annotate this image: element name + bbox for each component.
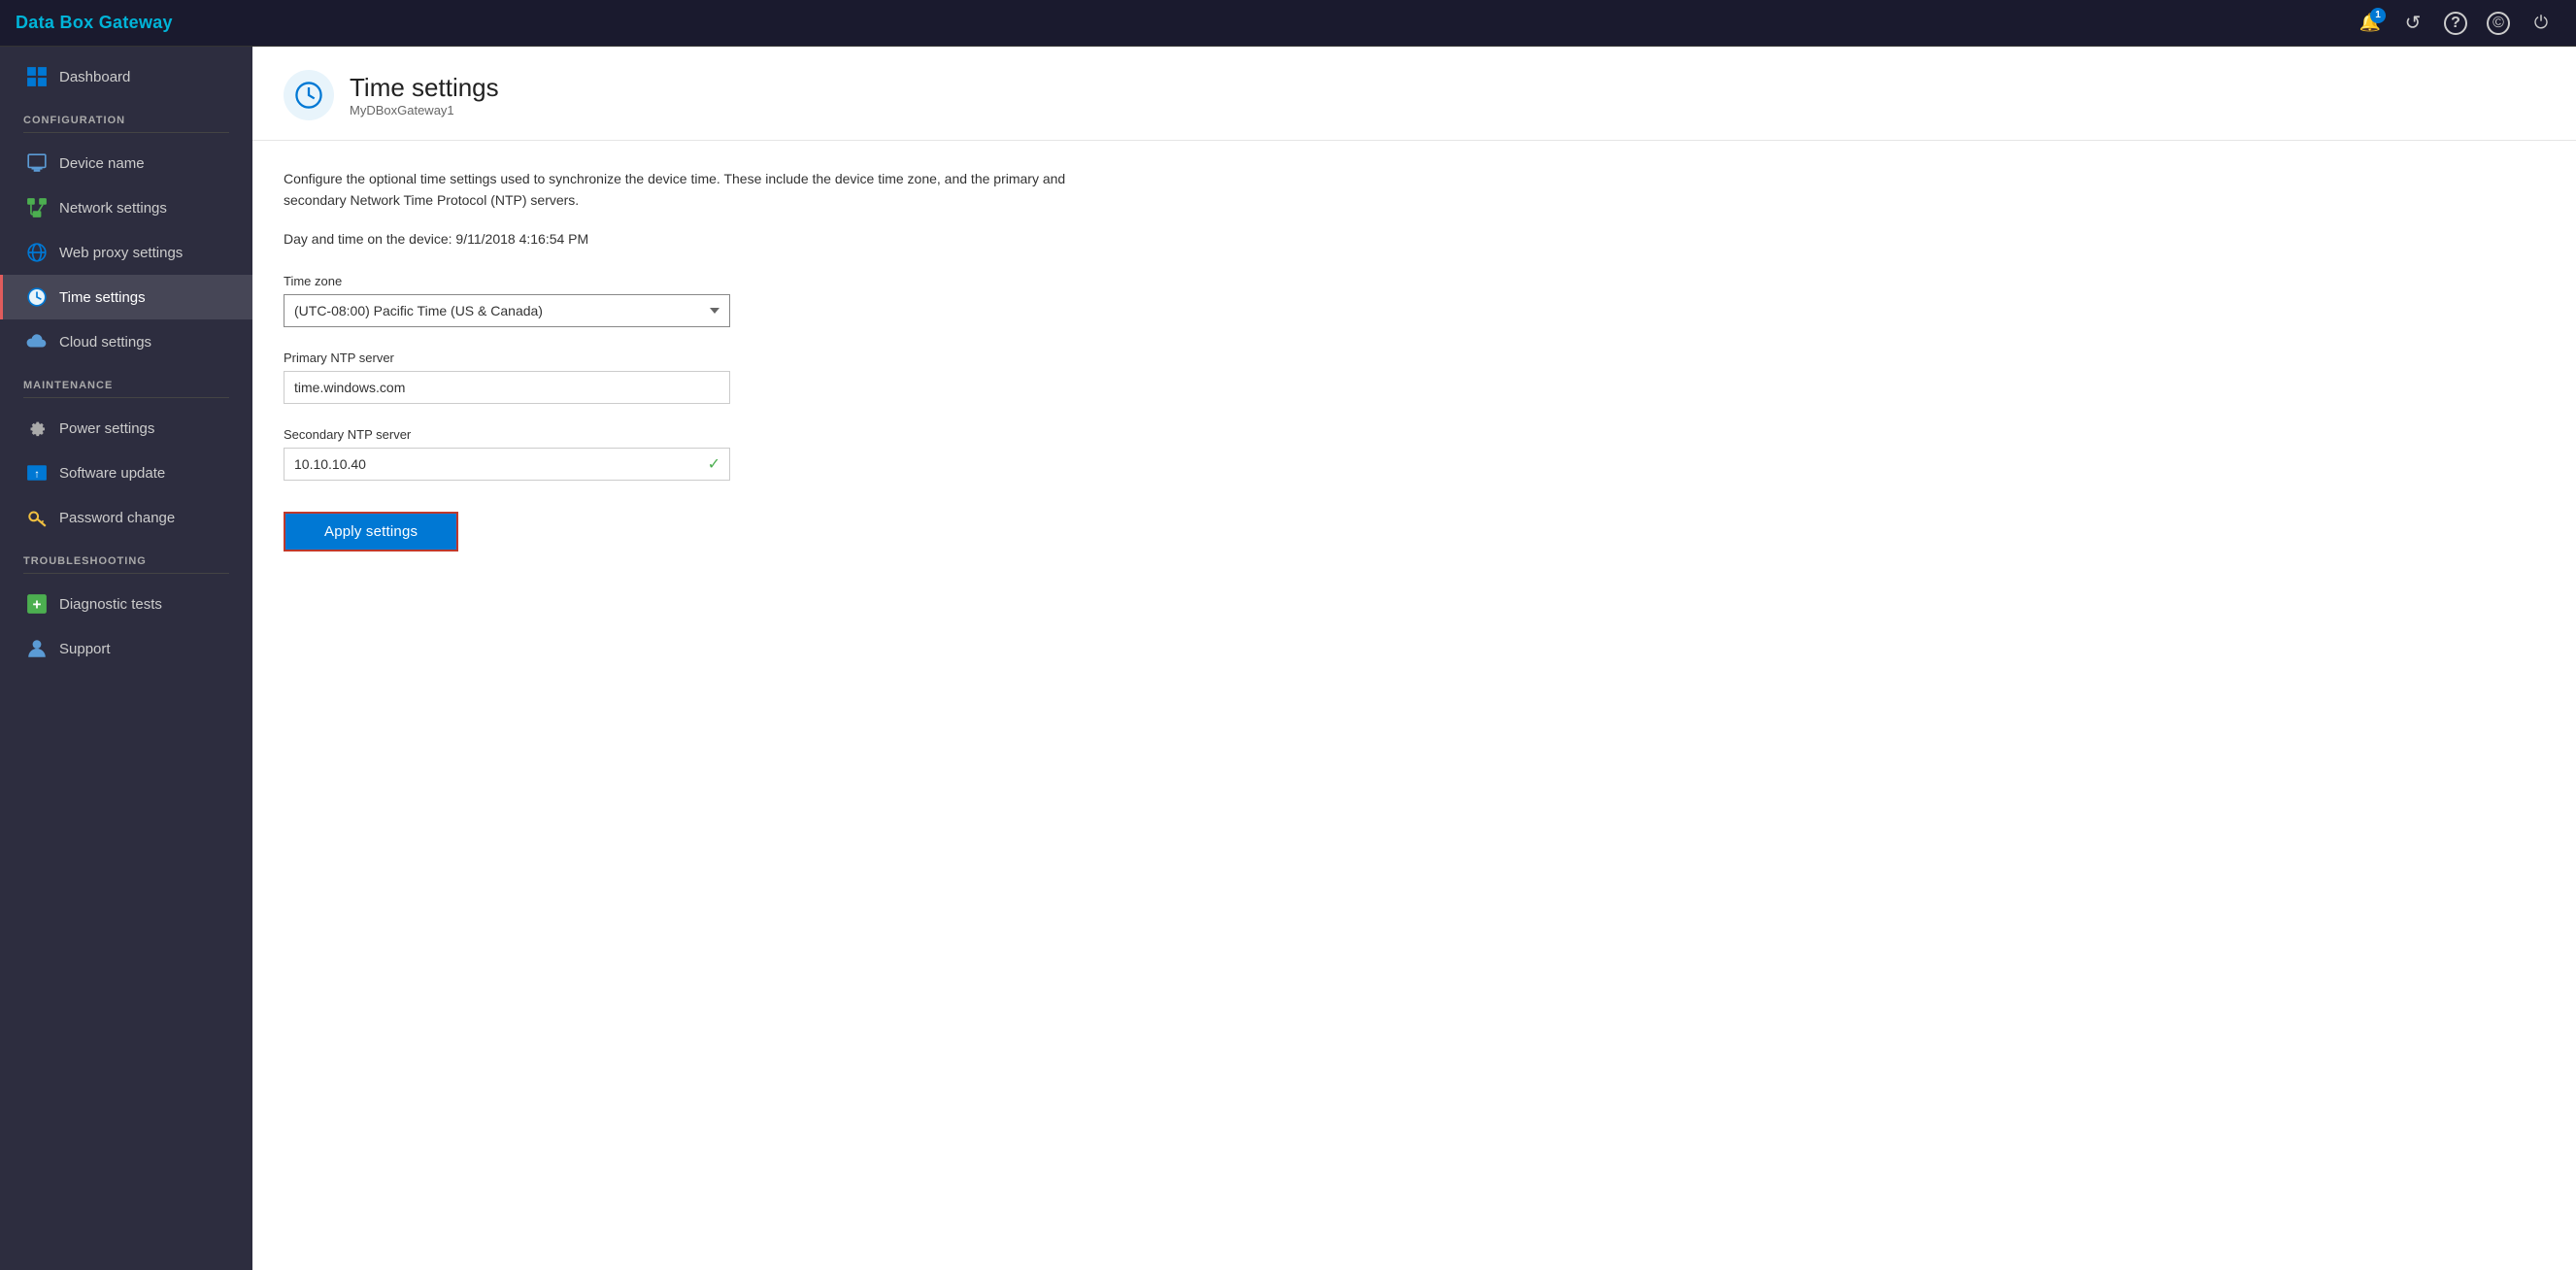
grid-icon (26, 66, 48, 87)
section-label-configuration: CONFIGURATION (0, 99, 252, 132)
globe-icon (26, 242, 48, 263)
sidebar-item-cloud-settings[interactable]: Cloud settings (0, 319, 252, 364)
topbar: Data Box Gateway 🔔 1 ↺ ? © ⏻ (0, 0, 2576, 47)
config-divider (23, 132, 229, 133)
sidebar-item-diagnostic-tests[interactable]: + Diagnostic tests (0, 582, 252, 626)
notification-badge: 1 (2370, 8, 2386, 23)
timezone-select[interactable]: (UTC-12:00) International Date Line West… (284, 294, 730, 327)
secondary-ntp-label: Secondary NTP server (284, 427, 2545, 442)
main-layout: Dashboard CONFIGURATION Device name Netw… (0, 47, 2576, 1270)
power-button[interactable]: ⏻ (2522, 4, 2560, 43)
topbar-icon-group: 🔔 1 ↺ ? © ⏻ (2351, 4, 2560, 43)
sidebar-item-web-proxy[interactable]: Web proxy settings (0, 230, 252, 275)
device-icon (26, 152, 48, 174)
timezone-group: Time zone (UTC-12:00) International Date… (284, 274, 2545, 327)
sidebar-label-dashboard: Dashboard (59, 69, 130, 85)
section-label-troubleshooting: TROUBLESHOOTING (0, 540, 252, 573)
sidebar-label-device-name: Device name (59, 155, 145, 172)
page-subtitle: MyDBoxGateway1 (350, 103, 499, 117)
sidebar-item-support[interactable]: Support (0, 626, 252, 671)
primary-ntp-group: Primary NTP server (284, 351, 2545, 404)
sidebar-label-software-update: Software update (59, 465, 165, 482)
page-header: Time settings MyDBoxGateway1 (252, 47, 2576, 141)
sidebar-label-network-settings: Network settings (59, 200, 167, 217)
sidebar-label-cloud-settings: Cloud settings (59, 334, 151, 351)
help-button[interactable]: ? (2436, 4, 2475, 43)
sidebar-label-password-change: Password change (59, 510, 175, 526)
page-body: Configure the optional time settings use… (252, 141, 2576, 579)
sidebar-item-network-settings[interactable]: Network settings (0, 185, 252, 230)
device-time: Day and time on the device: 9/11/2018 4:… (284, 231, 2545, 247)
sidebar-item-time-settings[interactable]: Time settings (0, 275, 252, 319)
svg-text:+: + (33, 597, 42, 614)
notification-button[interactable]: 🔔 1 (2351, 4, 2390, 43)
power-icon: ⏻ (2534, 13, 2548, 33)
page-description: Configure the optional time settings use… (284, 168, 1080, 212)
apply-settings-button[interactable]: Apply settings (284, 512, 458, 551)
section-label-maintenance: MAINTENANCE (0, 364, 252, 397)
copyright-icon: © (2487, 12, 2510, 35)
primary-ntp-label: Primary NTP server (284, 351, 2545, 365)
support-icon (26, 638, 48, 659)
gear-icon (26, 418, 48, 439)
content-area: Time settings MyDBoxGateway1 Configure t… (252, 47, 2576, 1270)
page-title: Time settings (350, 73, 499, 103)
sidebar-label-support: Support (59, 641, 111, 657)
sidebar-item-power-settings[interactable]: Power settings (0, 406, 252, 451)
timezone-label: Time zone (284, 274, 2545, 288)
page-header-icon (284, 70, 334, 120)
copyright-button[interactable]: © (2479, 4, 2518, 43)
page-header-text: Time settings MyDBoxGateway1 (350, 73, 499, 117)
cloud-icon (26, 331, 48, 352)
sidebar-label-web-proxy: Web proxy settings (59, 245, 183, 261)
secondary-ntp-checkmark: ✓ (708, 454, 720, 474)
svg-text:↑: ↑ (34, 468, 40, 480)
brand-title: Data Box Gateway (16, 13, 173, 33)
sidebar: Dashboard CONFIGURATION Device name Netw… (0, 47, 252, 1270)
clock-icon (26, 286, 48, 308)
maintenance-divider (23, 397, 229, 398)
secondary-ntp-group: Secondary NTP server ✓ (284, 427, 2545, 481)
sidebar-item-software-update[interactable]: ↑ Software update (0, 451, 252, 495)
secondary-ntp-input-wrapper: ✓ (284, 448, 730, 481)
sidebar-item-device-name[interactable]: Device name (0, 141, 252, 185)
troubleshooting-divider (23, 573, 229, 574)
key-icon (26, 507, 48, 528)
sidebar-label-power-settings: Power settings (59, 420, 154, 437)
sidebar-label-time-settings: Time settings (59, 289, 146, 306)
refresh-icon: ↺ (2405, 11, 2422, 35)
help-icon: ? (2444, 12, 2467, 35)
diagnostic-icon: + (26, 593, 48, 615)
network-icon (26, 197, 48, 218)
update-icon: ↑ (26, 462, 48, 484)
sidebar-item-password-change[interactable]: Password change (0, 495, 252, 540)
refresh-button[interactable]: ↺ (2393, 4, 2432, 43)
sidebar-label-diagnostic-tests: Diagnostic tests (59, 596, 162, 613)
secondary-ntp-input[interactable] (284, 448, 730, 481)
sidebar-item-dashboard[interactable]: Dashboard (0, 54, 252, 99)
primary-ntp-input[interactable] (284, 371, 730, 404)
